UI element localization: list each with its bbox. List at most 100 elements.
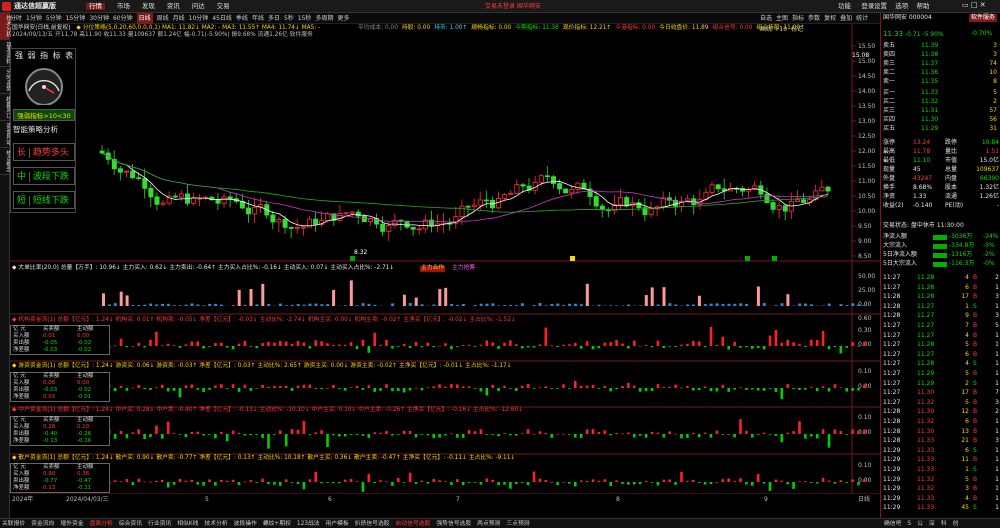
menu-options[interactable]: 选项 [895,2,908,10]
status-tab-4[interactable]: 综合资讯 [119,519,142,528]
menu-login[interactable]: 登录 [861,2,874,10]
flow-bar-mark [656,384,660,388]
status-right-1[interactable]: S [907,519,911,528]
buy-price: 11.30 [921,116,939,123]
period-5[interactable]: 60分钟 [113,13,133,24]
box-cell: -0.47 [77,478,92,484]
box-row: 亿 元 买卖额 主动额 [11,464,109,471]
toolbar-right-3[interactable]: 参数 [808,13,820,24]
period-1[interactable]: 1分钟 [26,13,42,24]
status-right-2[interactable]: 公 [917,519,923,528]
close-icon[interactable]: ✕ [980,1,986,9]
menu-quotes[interactable]: 行情 [86,3,105,10]
status-tab-1[interactable]: 资金流向 [31,519,54,528]
period-13[interactable]: 多日 [268,13,280,24]
status-tab-6[interactable]: 相似K线 [177,519,198,528]
period-14[interactable]: 5秒 [284,13,294,24]
status-tab-16[interactable]: 三点预测 [506,519,529,528]
toolbar-right-5[interactable]: 叠加 [840,13,852,24]
menu-wenda[interactable]: 问达 [192,3,205,10]
flow-bar-mark [479,388,483,392]
sidebar-tab-1[interactable]: 基本资料 [0,40,11,67]
status-tab-10[interactable]: 123战法 [297,519,320,528]
flow-bar-mark [190,384,194,388]
status-tab-15[interactable]: 两点预测 [477,519,500,528]
sidebar-tab-4[interactable]: 资金异动 [0,121,11,148]
candle-body [282,219,288,228]
flow-bar-mark [402,344,406,346]
status-tab-0[interactable]: 关联报价 [2,519,25,528]
flow-bar-mark [338,482,341,484]
period-15[interactable]: 15秒 [298,13,312,24]
period-11[interactable]: 季线 [236,13,248,24]
status-right-4[interactable]: 科 [941,519,947,528]
flow-bar-mark [650,431,654,434]
period-8[interactable]: 月线 [173,13,185,24]
status-tab-12[interactable]: 扒债信号选股 [355,519,390,528]
sidebar-tab-2[interactable]: 分时走势 [0,67,11,94]
menu-help[interactable]: 帮助 [917,2,930,10]
candle-body [819,186,825,192]
toolbar-right-1[interactable]: 主图 [776,13,788,24]
period-4[interactable]: 30分钟 [89,13,109,24]
status-tab-14[interactable]: 强势信号选股 [436,519,471,528]
status-tab-11[interactable]: 用户模板 [326,519,349,528]
tick-count: 2 [995,274,999,281]
period-16[interactable]: 多周期 [315,13,333,24]
flow-bar-mark [503,385,506,388]
flow-bar-mark [491,342,494,346]
box-cell: 亿 元 [13,464,26,470]
menu-settings[interactable]: 设置 [874,2,887,10]
flow-bar-mark [284,434,288,447]
status-tab-7[interactable]: 技术分析 [204,519,227,528]
volume-ratio-bar [745,303,749,306]
tick-price: 11.32 [917,485,935,493]
period-10[interactable]: 45日线 [212,13,232,24]
status-tab-3[interactable]: 盘面分析 [90,519,113,528]
period-0[interactable]: 分时 [10,13,22,24]
menu-market[interactable]: 市场 [117,3,130,10]
stat-value: 45 [913,166,921,173]
minimize-icon[interactable]: ▭ [962,1,969,9]
sidebar-tab-0[interactable]: 技术分析 [0,13,11,40]
menu-news[interactable]: 资讯 [167,3,180,10]
period-12[interactable]: 年线 [252,13,264,24]
status-right-0[interactable]: 确信吧 [884,519,901,528]
period-17[interactable]: 更多 [337,13,349,24]
menu-function[interactable]: 功能 [838,2,851,10]
tick-count: 1 [995,494,999,502]
period-2[interactable]: 5分钟 [46,13,62,24]
menu-discover[interactable]: 发现 [142,3,155,10]
flow-bar-mark [408,388,412,391]
toolbar-right-4[interactable]: 复权 [824,13,836,24]
candle-body [361,215,367,223]
flow-bar-mark [615,433,618,434]
status-right-5[interactable]: 创 [953,519,959,528]
date-axis-mode[interactable]: 日线 [858,497,870,503]
menu-trade[interactable]: 交易 [217,3,230,10]
status-tab-9[interactable]: 螺纹+期权 [263,519,291,528]
toolbar-right-2[interactable]: 指标 [792,13,804,24]
period-6[interactable]: 日线 [136,13,153,24]
tick-side: B [973,437,978,445]
chart-canvas[interactable]: 15.50 15.00 14.50 14.00 13.50 13.00 12.50 12.00… [10,24,880,494]
toolbar-right-0[interactable]: 自选 [760,13,772,24]
status-right-3[interactable]: 深 [929,519,935,528]
period-9[interactable]: 10分钟 [189,13,209,24]
status-tab-5[interactable]: 行业资讯 [148,519,171,528]
flow-bar-mark [638,388,642,392]
sector-button[interactable]: 软件服务 [969,14,998,22]
sidebar-tab-5[interactable]: 热点概念 [0,148,11,175]
tick-volume: 17 [961,389,969,397]
status-tab-13[interactable]: 启动信号选股 [396,519,431,528]
maximize-icon[interactable]: □ [971,1,978,9]
box-cell: 买卖额 [43,326,60,332]
period-3[interactable]: 15分钟 [66,13,86,24]
status-tab-2[interactable]: 增外资金 [60,519,83,528]
panel3-table: 亿 元 买卖额 主动额 买入额 0.06 0.00 卖出额 -0.03 -0.02 净差额 0.03… [10,372,110,402]
sidebar-tab-3[interactable]: 超赢风口 [0,94,11,121]
period-7[interactable]: 周线 [157,13,169,24]
flow-bar-mark [444,386,447,388]
toolbar-right-6[interactable]: 统计 [856,13,868,24]
status-tab-8[interactable]: 波段操作 [234,519,257,528]
